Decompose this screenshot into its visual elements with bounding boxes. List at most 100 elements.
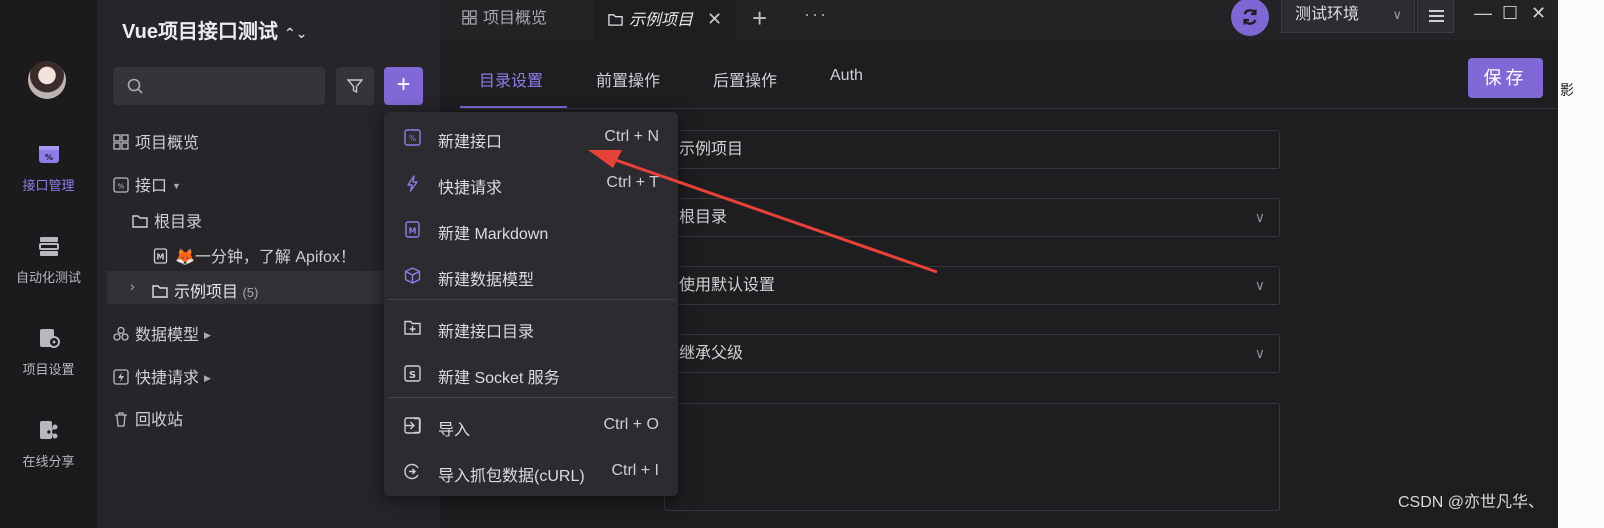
caret-right-icon: ▶ bbox=[204, 373, 211, 383]
svg-text:M: M bbox=[157, 253, 165, 262]
tree-item-example[interactable]: › 示例项目 (5) bbox=[130, 278, 258, 302]
api-icon: % bbox=[113, 177, 129, 193]
tab-example-project[interactable]: 示例项目 ✕ bbox=[594, 0, 737, 40]
folder-icon bbox=[132, 215, 148, 228]
project-settings-icon bbox=[39, 329, 60, 348]
menu-shortcut: Ctrl + N bbox=[604, 128, 659, 145]
field-value: 使用默认设置 bbox=[679, 277, 776, 294]
rail-label: 在线分享 bbox=[22, 454, 75, 469]
project-switcher[interactable]: Vue项目接口测试 ⌃⌄ bbox=[122, 15, 307, 44]
rail-item-project-settings[interactable]: 项目设置 bbox=[0, 326, 97, 378]
sync-icon bbox=[1243, 9, 1257, 25]
tree-item-apis[interactable]: % 接口 ▼ bbox=[113, 172, 181, 196]
adjacent-window-text: 影 bbox=[1560, 82, 1574, 98]
menu-separator bbox=[388, 299, 674, 300]
subtab-directory-settings[interactable]: 目录设置 bbox=[479, 67, 543, 91]
socket-icon: S bbox=[404, 365, 421, 382]
description-textarea[interactable] bbox=[664, 403, 1280, 511]
menu-item-import-capture[interactable]: 导入抓包数据(cURL) Ctrl + I bbox=[384, 450, 678, 492]
tab-bar: 项目概览 示例项目 ✕ + ··· 测试环境 ∨ — ☐ ✕ bbox=[440, 0, 1604, 40]
menu-label: 导入 bbox=[438, 422, 471, 439]
project-name: Vue项目接口测试 bbox=[122, 21, 278, 43]
menu-shortcut: Ctrl + I bbox=[611, 462, 659, 479]
tab-project-overview[interactable]: 项目概览 bbox=[462, 0, 547, 40]
menu-label: 新建 Markdown bbox=[438, 226, 549, 243]
maximize-button[interactable]: ☐ bbox=[1502, 3, 1518, 24]
minimize-button[interactable]: — bbox=[1474, 3, 1492, 24]
tree-label: 🦊一分钟，了解 Apifox！ bbox=[175, 249, 356, 266]
filter-button[interactable] bbox=[336, 67, 374, 105]
tree-label: 项目概览 bbox=[135, 135, 200, 152]
chevron-down-icon: ∨ bbox=[1254, 345, 1265, 361]
parent-directory-select[interactable]: 根目录 ∨ bbox=[664, 198, 1280, 237]
models-icon bbox=[113, 326, 129, 341]
plus-icon: + bbox=[396, 71, 411, 98]
import-icon bbox=[404, 417, 421, 434]
menu-label: 导入抓包数据(cURL) bbox=[438, 468, 585, 485]
sync-button[interactable] bbox=[1231, 0, 1269, 36]
subtab-auth[interactable]: Auth bbox=[830, 67, 863, 85]
save-button[interactable]: 保存 bbox=[1468, 58, 1543, 98]
rail-item-api-management[interactable]: % 接口管理 bbox=[0, 142, 97, 194]
menu-label: 新建数据模型 bbox=[438, 272, 535, 289]
lightning-icon bbox=[113, 369, 129, 385]
tab-label: 示例项目 bbox=[629, 12, 694, 29]
menu-shortcut: Ctrl + O bbox=[603, 416, 659, 433]
new-api-icon: % bbox=[404, 129, 421, 146]
new-item-dropdown: % 新建接口 Ctrl + N 快捷请求 Ctrl + T M 新建 Markdow… bbox=[384, 112, 678, 496]
menu-item-quick-request[interactable]: 快捷请求 Ctrl + T bbox=[384, 162, 678, 204]
menu-item-new-api[interactable]: % 新建接口 Ctrl + N bbox=[384, 116, 678, 158]
field-value: 继承父级 bbox=[679, 345, 744, 362]
menu-item-new-api-folder[interactable]: 新建接口目录 bbox=[384, 306, 678, 348]
inherit-select[interactable]: 继承父级 ∨ bbox=[664, 334, 1280, 373]
menu-item-import[interactable]: 导入 Ctrl + O bbox=[384, 404, 678, 446]
tree-item-root[interactable]: 根目录 bbox=[132, 208, 202, 232]
subtab-post-operations[interactable]: 后置操作 bbox=[713, 67, 777, 91]
folder-icon bbox=[152, 285, 168, 298]
markdown-icon: M bbox=[405, 221, 420, 238]
share-icon bbox=[39, 421, 57, 439]
new-tab-button[interactable]: + bbox=[752, 3, 767, 34]
rail-label: 接口管理 bbox=[22, 178, 75, 193]
chevron-down-icon: ∨ bbox=[1254, 209, 1265, 225]
settings-select[interactable]: 使用默认设置 ∨ bbox=[664, 266, 1280, 305]
add-button[interactable]: + bbox=[384, 67, 423, 105]
more-icon[interactable]: ··· bbox=[804, 4, 828, 25]
grid-icon bbox=[113, 134, 129, 150]
menu-label: 新建 Socket 服务 bbox=[438, 370, 560, 387]
user-avatar[interactable] bbox=[28, 61, 66, 99]
menu-item-new-socket[interactable]: S 新建 Socket 服务 bbox=[384, 352, 678, 394]
tree-label: 根目录 bbox=[154, 214, 203, 231]
tree-item-doc[interactable]: M 🦊一分钟，了解 Apifox！ bbox=[153, 243, 356, 267]
menu-item-new-data-model[interactable]: 新建数据模型 bbox=[384, 254, 678, 296]
folder-plus-icon bbox=[404, 320, 421, 335]
tree-item-data-models[interactable]: 数据模型 ▶ bbox=[113, 321, 211, 345]
menu-item-new-markdown[interactable]: M 新建 Markdown bbox=[384, 208, 678, 250]
name-field[interactable]: 示例项目 bbox=[664, 130, 1280, 169]
svg-text:M: M bbox=[409, 227, 417, 236]
menu-label: 快捷请求 bbox=[438, 180, 503, 197]
caret-down-icon: ▼ bbox=[172, 181, 181, 191]
capture-import-icon bbox=[404, 463, 419, 480]
field-value: 根目录 bbox=[679, 209, 728, 226]
cube-icon bbox=[404, 267, 421, 284]
filter-icon bbox=[347, 79, 363, 94]
tree-item-trash[interactable]: 回收站 bbox=[113, 406, 183, 430]
icon-rail: % 接口管理 自动化测试 项目设置 在线分享 bbox=[0, 0, 97, 528]
close-window-button[interactable]: ✕ bbox=[1531, 3, 1546, 24]
markdown-icon: M bbox=[153, 248, 168, 264]
grid-icon bbox=[462, 10, 477, 25]
svg-text:%: % bbox=[118, 183, 125, 191]
api-icon: % bbox=[38, 146, 59, 163]
caret-right-icon: ▶ bbox=[204, 330, 211, 340]
environment-select[interactable]: 测试环境 ∨ bbox=[1281, 0, 1415, 33]
tree-item-quick-request[interactable]: 快捷请求 ▶ bbox=[113, 364, 211, 388]
rail-item-online-share[interactable]: 在线分享 bbox=[0, 418, 97, 470]
close-icon[interactable]: ✕ bbox=[707, 9, 722, 29]
tree-item-overview[interactable]: 项目概览 bbox=[113, 129, 199, 153]
menu-button[interactable] bbox=[1417, 0, 1454, 33]
tree-label: 数据模型 bbox=[135, 327, 200, 344]
search-input[interactable] bbox=[113, 67, 325, 105]
rail-item-automation[interactable]: 自动化测试 bbox=[0, 234, 97, 286]
subtab-pre-operations[interactable]: 前置操作 bbox=[596, 67, 660, 91]
